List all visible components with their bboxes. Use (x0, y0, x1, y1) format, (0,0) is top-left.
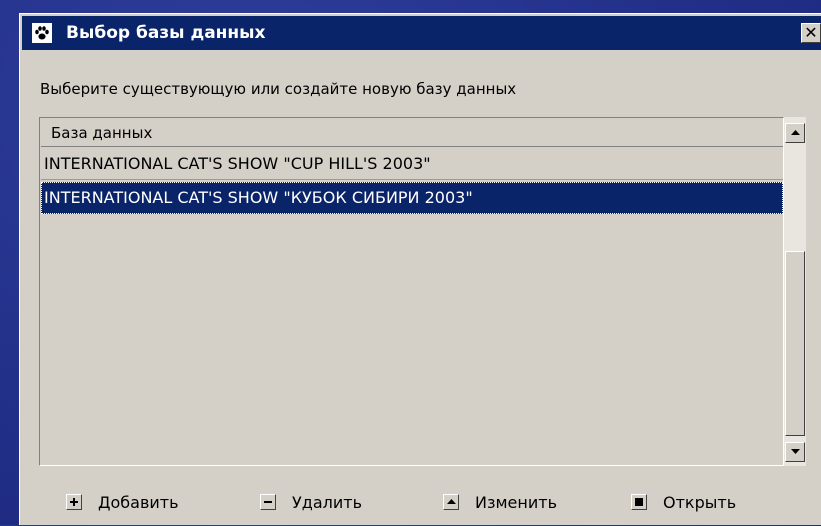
close-icon: ✕ (804, 23, 818, 42)
add-button-label: Добавить (98, 492, 179, 512)
instruction-label: Выберите существующую или создайте новую… (40, 80, 517, 98)
close-button[interactable]: ✕ (801, 23, 821, 43)
minus-icon (260, 494, 276, 510)
delete-button-label: Удалить (292, 492, 362, 512)
vertical-scrollbar[interactable] (784, 117, 806, 466)
title-bar[interactable]: Выбор базы данных ✕ (22, 16, 821, 50)
button-bar: Добавить Удалить Изменить Открыть (20, 484, 821, 526)
edit-button[interactable]: Изменить (443, 484, 557, 520)
database-list[interactable]: База данных INTERNATIONAL CAT'S SHOW "CU… (39, 117, 784, 466)
triangle-up-icon (443, 494, 459, 510)
list-item[interactable]: INTERNATIONAL CAT'S SHOW "CUP HILL'S 200… (41, 148, 783, 180)
paw-icon (32, 23, 52, 43)
column-header-label: База данных (51, 124, 153, 142)
delete-button[interactable]: Удалить (260, 484, 362, 520)
open-button-label: Открыть (663, 492, 737, 512)
database-selection-dialog: Выбор базы данных ✕ Выберите существующу… (19, 13, 821, 525)
scroll-thumb[interactable] (785, 251, 805, 436)
edit-button-label: Изменить (475, 492, 557, 512)
arrow-down-icon (790, 449, 800, 454)
scroll-down-button[interactable] (785, 442, 805, 462)
list-item-selected[interactable]: INTERNATIONAL CAT'S SHOW "КУБОК СИБИРИ 2… (41, 182, 783, 214)
scroll-up-button[interactable] (785, 123, 805, 143)
arrow-up-icon (790, 130, 800, 135)
plus-icon (66, 494, 82, 510)
open-button[interactable]: Открыть (631, 484, 736, 520)
square-icon (631, 494, 647, 510)
column-header-database[interactable]: База данных (41, 119, 783, 147)
window-title: Выбор базы данных (66, 23, 266, 43)
add-button[interactable]: Добавить (66, 484, 179, 520)
